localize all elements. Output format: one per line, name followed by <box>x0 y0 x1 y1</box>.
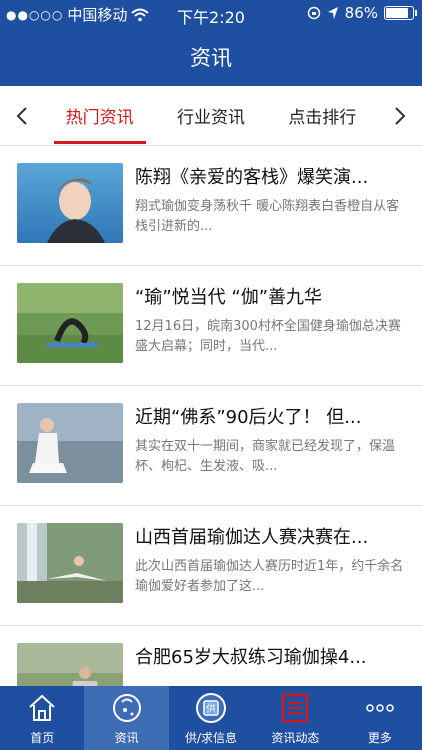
article-text: 合肥65岁大叔练习瑜伽操4... <box>135 643 410 686</box>
article-title: 山西首届瑜伽达人赛决赛在... <box>135 527 369 548</box>
tabbar-item-news-updates[interactable]: 资讯动态 <box>253 686 337 750</box>
article-thumbnail <box>17 643 123 686</box>
article-list: 陈翔《亲爱的客栈》爆笑演... 翔式瑜伽变身荡秋千 暖心陈翔表白香橙自从客栈引进… <box>0 146 422 686</box>
tabbar-label: 资讯 <box>114 731 139 745</box>
article-summary: 其实在双十一期间，商家就已经发现了，保温杯、枸杞、生发液、吸... <box>135 439 396 474</box>
list-item[interactable]: 合肥65岁大叔练习瑜伽操4... <box>0 626 422 686</box>
tab-click-ranking[interactable]: 点击排行 <box>282 86 362 146</box>
tab-hot-news[interactable]: 热门资讯 <box>53 86 146 146</box>
status-right: 86% <box>307 4 417 22</box>
page-title: 资讯 <box>190 46 232 70</box>
article-summary: 此次山西首届瑜伽达人赛历时近1年，约千余名瑜伽爱好者参加了这... <box>135 559 404 594</box>
news-icon <box>110 691 144 725</box>
article-thumbnail <box>17 403 123 483</box>
article-text: 近期“佛系”90后火了！ 但... 其实在双十一期间，商家就已经发现了，保温杯、… <box>135 403 410 477</box>
chevron-right-icon <box>395 106 406 125</box>
article-text: “瑜”悦当代 “伽”善九华 12月16日，皖南300村杯全国健身瑜伽总决赛盛大启… <box>135 283 410 357</box>
tab-industry-news[interactable]: 行业资讯 <box>171 86 251 146</box>
supply-icon: 供 <box>194 691 228 725</box>
rotation-lock-icon <box>307 6 320 20</box>
article-title: 近期“佛系”90后火了！ 但... <box>135 407 362 428</box>
list-icon <box>278 691 312 725</box>
tabs-next-button[interactable] <box>378 86 422 146</box>
list-item[interactable]: 山西首届瑜伽达人赛决赛在... 此次山西首届瑜伽达人赛历时近1年，约千余名瑜伽爱… <box>0 506 422 626</box>
article-thumbnail <box>17 523 123 603</box>
home-icon <box>25 691 59 725</box>
bottom-tab-bar: 首页 资讯 供 供/求信息 资讯动态 更多 <box>0 686 422 750</box>
tab-list: 热门资讯 行业资讯 点击排行 <box>44 86 378 146</box>
tabbar-label: 供/求信息 <box>184 731 238 745</box>
tabbar-label: 首页 <box>30 731 55 745</box>
article-thumbnail <box>17 163 123 243</box>
category-tabs: 热门资讯 行业资讯 点击排行 <box>0 86 422 146</box>
list-item[interactable]: “瑜”悦当代 “伽”善九华 12月16日，皖南300村杯全国健身瑜伽总决赛盛大启… <box>0 266 422 386</box>
article-thumbnail <box>17 283 123 363</box>
article-summary: 翔式瑜伽变身荡秋千 暖心陈翔表白香橙自从客栈引进新的... <box>135 199 400 234</box>
article-title: 陈翔《亲爱的客栈》爆笑演... <box>135 167 369 188</box>
tabbar-item-news[interactable]: 资讯 <box>84 686 169 750</box>
article-text: 山西首届瑜伽达人赛决赛在... 此次山西首届瑜伽达人赛历时近1年，约千余名瑜伽爱… <box>135 523 410 597</box>
list-item[interactable]: 近期“佛系”90后火了！ 但... 其实在双十一期间，商家就已经发现了，保温杯、… <box>0 386 422 506</box>
article-text: 陈翔《亲爱的客栈》爆笑演... 翔式瑜伽变身荡秋千 暖心陈翔表白香橙自从客栈引进… <box>135 163 410 237</box>
more-icon <box>363 691 397 725</box>
svg-text:供: 供 <box>206 702 216 715</box>
list-item[interactable]: 陈翔《亲爱的客栈》爆笑演... 翔式瑜伽变身荡秋千 暖心陈翔表白香橙自从客栈引进… <box>0 146 422 266</box>
tabbar-label: 资讯动态 <box>271 731 320 745</box>
tabbar-item-more[interactable]: 更多 <box>338 686 422 750</box>
status-bar: ●●○○○ 中国移动 下午2:20 86% <box>0 0 422 28</box>
tabbar-label: 更多 <box>367 731 392 745</box>
article-title: 合肥65岁大叔练习瑜伽操4... <box>135 647 367 668</box>
battery-fill <box>386 8 409 18</box>
article-summary: 12月16日，皖南300村杯全国健身瑜伽总决赛盛大启幕；同时，当代... <box>135 319 401 354</box>
chevron-left-icon <box>16 106 27 125</box>
tabbar-item-home[interactable]: 首页 <box>0 686 84 750</box>
nav-bar: 资讯 <box>0 28 422 86</box>
tabs-prev-button[interactable] <box>0 86 44 146</box>
battery-percent: 86% <box>344 4 378 22</box>
article-summary <box>135 677 410 686</box>
battery-icon <box>384 6 417 20</box>
tabbar-item-supply-demand[interactable]: 供 供/求信息 <box>169 686 253 750</box>
article-title: “瑜”悦当代 “伽”善九华 <box>135 287 323 308</box>
location-icon <box>327 7 338 19</box>
